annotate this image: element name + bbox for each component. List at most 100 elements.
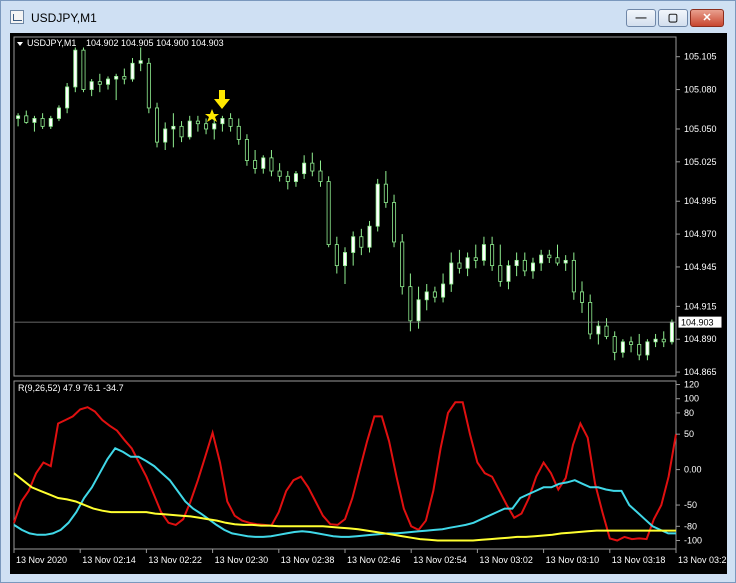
candle-body — [416, 299, 421, 322]
candle-body — [637, 344, 642, 356]
candle-body — [645, 341, 650, 356]
candle-body — [56, 107, 61, 119]
chart-window: USDJPY,M1 — ▢ ✕ USDJPY,M1 104.902 104.90… — [0, 0, 736, 583]
price-tick-label: 104.995 — [684, 196, 717, 206]
candle-body — [620, 341, 625, 353]
time-tick-label: 13 Nov 2020 — [16, 555, 67, 565]
candle-body — [424, 291, 429, 301]
indicator-label: R(9,26,52) 47.9 76.1 -34.7 — [18, 383, 124, 393]
candle-body — [457, 262, 462, 269]
candle-body — [383, 183, 388, 203]
price-tick-label: 105.080 — [684, 85, 717, 95]
candle-body — [310, 162, 315, 172]
price-tick-label: 105.025 — [684, 157, 717, 167]
candle-body — [539, 254, 544, 264]
candle-body — [122, 76, 127, 80]
candle-body — [187, 120, 192, 138]
star-icon — [205, 109, 219, 122]
candle-body — [612, 336, 617, 353]
price-tick-label: 104.915 — [684, 301, 717, 311]
indicator-axis: 120 100 80 50 0.00 -50 -80 -100 — [676, 380, 702, 545]
indicator-tick-label: 80 — [684, 408, 694, 418]
chart-window-icon — [10, 10, 24, 24]
candle-body — [277, 170, 282, 177]
candle-body — [204, 123, 209, 130]
indicator-tick-label: -50 — [684, 500, 697, 510]
candle-body — [195, 120, 200, 125]
candle-body — [555, 257, 560, 264]
indicator-series-line — [13, 472, 676, 542]
candle-body — [236, 125, 241, 140]
candle-body — [171, 125, 176, 130]
candle-body — [24, 115, 29, 123]
candle-body — [81, 49, 86, 90]
candle-body — [392, 202, 397, 243]
chart-area[interactable]: USDJPY,M1 104.902 104.905 104.900 104.90… — [10, 33, 727, 574]
close-button[interactable]: ✕ — [690, 9, 724, 27]
candle-body — [629, 341, 634, 345]
price-tick-label: 105.050 — [684, 124, 717, 134]
time-tick-label: 13 Nov 03:18 — [612, 555, 666, 565]
price-chart-svg[interactable]: USDJPY,M1 104.902 104.905 104.900 104.90… — [10, 33, 727, 574]
indicator-tick-label: 50 — [684, 429, 694, 439]
collapse-triangle-icon[interactable] — [17, 42, 23, 46]
candle-body — [97, 81, 102, 85]
price-tick-label: 104.970 — [684, 229, 717, 239]
candle-body — [114, 76, 119, 80]
time-tick-label: 13 Nov 03:02 — [479, 555, 533, 565]
candle-body — [375, 183, 380, 227]
candle-body — [596, 325, 601, 335]
indicator-tick-label: -100 — [684, 535, 702, 545]
candle-body — [547, 254, 552, 259]
candle-body — [146, 62, 151, 109]
candle-body — [48, 118, 53, 127]
candle-body — [285, 175, 290, 182]
candle-body — [253, 160, 258, 169]
candle-body — [490, 244, 495, 267]
candle-body — [351, 236, 356, 253]
price-tick-label: 105.105 — [684, 52, 717, 62]
candle-body — [367, 225, 372, 248]
time-axis: 13 Nov 2020 13 Nov 02:14 13 Nov 02:22 13 No… — [13, 549, 727, 565]
indicator-tick-label: -80 — [684, 521, 697, 531]
candle-body — [65, 86, 70, 109]
candle-body — [244, 139, 249, 161]
candle-body — [661, 338, 666, 343]
indicator-lines-layer — [13, 401, 677, 542]
time-tick-label: 13 Nov 02:30 — [215, 555, 269, 565]
price-tick-label: 104.890 — [684, 334, 717, 344]
candle-body — [522, 259, 527, 272]
time-tick-label: 13 Nov 03:26 — [678, 555, 727, 565]
candle-body — [588, 302, 593, 335]
signal-annotation — [205, 90, 230, 122]
candle-body — [105, 78, 110, 85]
minimize-button[interactable]: — — [626, 9, 656, 27]
time-tick-label: 13 Nov 03:10 — [546, 555, 600, 565]
time-tick-label: 13 Nov 02:14 — [82, 555, 136, 565]
candle-body — [138, 60, 143, 64]
arrow-down-icon — [214, 90, 230, 109]
maximize-button[interactable]: ▢ — [658, 9, 688, 27]
candle-body — [653, 338, 658, 343]
minimize-icon: — — [635, 12, 647, 24]
symbol-label: USDJPY,M1 — [27, 38, 76, 48]
candle-body — [432, 291, 437, 298]
candle-body — [530, 262, 535, 272]
candle-body — [40, 118, 45, 127]
time-tick-label: 13 Nov 02:54 — [413, 555, 467, 565]
candle-body — [179, 125, 184, 138]
candle-body — [481, 244, 486, 261]
candle-body — [408, 286, 413, 322]
candle-body — [342, 252, 347, 267]
price-tick-label: 104.865 — [684, 367, 717, 377]
maximize-icon: ▢ — [667, 12, 679, 24]
main-panel-frame — [13, 36, 677, 377]
candle-body — [32, 118, 37, 123]
candle-body — [400, 241, 405, 288]
time-tick-label: 13 Nov 02:22 — [148, 555, 202, 565]
candle-body — [318, 170, 323, 182]
candle-body — [130, 62, 135, 80]
candle-body — [73, 49, 78, 88]
window-titlebar[interactable]: USDJPY,M1 — ▢ ✕ — [1, 1, 735, 33]
candle-body — [465, 257, 470, 269]
